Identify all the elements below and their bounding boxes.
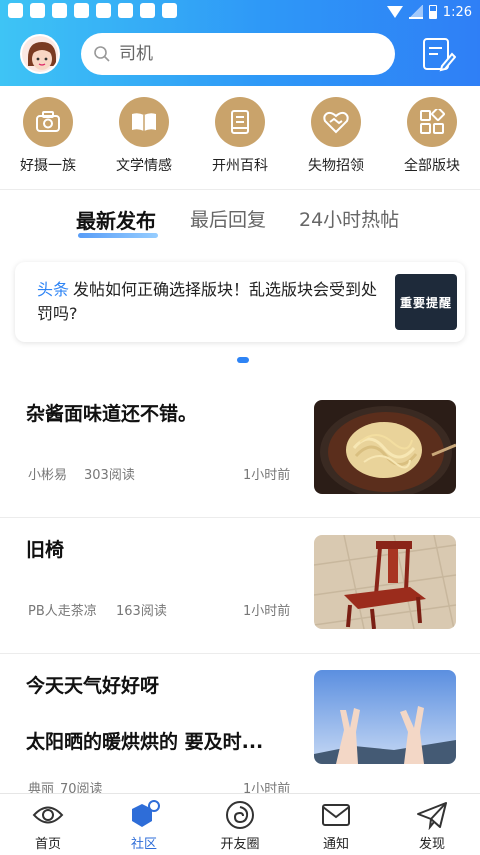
user-avatar[interactable] (20, 34, 60, 74)
headline-banner[interactable]: 头条 发帖如何正确选择版块！乱选版块会受到处罚吗? 重要提醒 (15, 262, 465, 342)
eye-icon (32, 806, 64, 824)
post-thumbnail[interactable] (314, 535, 456, 629)
post-title: 今天天气好好呀 (26, 675, 160, 697)
nav-label: 社区 (130, 837, 157, 852)
mail-icon (322, 804, 350, 826)
carousel-indicator (237, 357, 249, 363)
tab-last-reply[interactable]: 最后回复 (190, 205, 266, 232)
nav-item-discover[interactable]: 发现 (384, 794, 480, 855)
nav-label: 通知 (322, 837, 349, 852)
category-row: 好摄一族 文学情感 开州百科 失物招领 全部版块 (0, 86, 480, 190)
category-item-lost-found[interactable]: 失物招领 (288, 86, 384, 189)
search-bar[interactable] (81, 33, 395, 75)
bottom-navigation: 首页 社区 开友圈 通知 发现 (0, 793, 480, 855)
battery-icon (428, 5, 437, 19)
nav-label: 开友圈 (220, 837, 260, 852)
notification-icon (74, 3, 89, 18)
community-icon (132, 800, 160, 827)
nav-item-friends-circle[interactable]: 开友圈 (192, 794, 288, 855)
handshake-icon (323, 111, 349, 134)
post-time: 1小时前 (243, 604, 291, 619)
notification-icon (52, 3, 67, 18)
category-item-literature[interactable]: 文学情感 (96, 86, 192, 189)
post-author[interactable]: 小彬易 (28, 464, 67, 483)
headline-text: 发帖如何正确选择版块！乱选版块会受到处罚吗? (37, 280, 378, 323)
post-reads: 163阅读 (116, 604, 167, 619)
noodles-image (314, 400, 456, 494)
post-item[interactable]: 旧椅 PB人走茶凉 163阅读 1小时前 (0, 518, 480, 654)
post-item[interactable]: 今天天气好好呀 太阳晒的暖烘烘的 要及时... 典丽 70阅读 1小时前 (0, 654, 480, 797)
category-item-all-boards[interactable]: 全部版块 (384, 86, 480, 189)
post-subtitle: 太阳晒的暖烘烘的 要及时... (26, 731, 264, 753)
category-label: 好摄一族 (20, 158, 76, 174)
sky-hands-image (314, 670, 456, 764)
book-icon (231, 110, 249, 134)
post-author[interactable]: PB人走茶凉 (28, 600, 97, 619)
post-thumbnail[interactable] (314, 670, 456, 764)
headline-text-block: 头条 发帖如何正确选择版块！乱选版块会受到处罚吗? (37, 278, 385, 326)
grid-icon (420, 109, 445, 134)
headline-tag: 头条 (37, 280, 70, 299)
category-label: 全部版块 (404, 158, 460, 174)
post-reads: 303阅读 (84, 468, 135, 483)
category-label: 开州百科 (212, 158, 268, 174)
nav-label: 发现 (418, 837, 445, 852)
notification-icon (8, 3, 23, 18)
post-item[interactable]: 杂酱面味道还不错。 小彬易 303阅读 1小时前 (0, 382, 480, 518)
important-notice-badge[interactable]: 重要提醒 (395, 274, 457, 330)
tab-24h-hot[interactable]: 24小时热帖 (299, 205, 399, 232)
category-label: 文学情感 (116, 158, 172, 174)
post-title: 旧椅 (26, 539, 65, 561)
chair-image (314, 535, 456, 629)
compose-icon[interactable] (420, 36, 456, 74)
camera-icon (36, 111, 60, 132)
notification-icon (30, 3, 45, 18)
notification-icon (140, 3, 155, 18)
open-book-icon (132, 113, 156, 131)
nav-label: 首页 (34, 837, 61, 852)
notification-icon (96, 3, 111, 18)
post-thumbnail[interactable] (314, 400, 456, 494)
search-input[interactable] (119, 44, 369, 64)
top-header: 1:26 (0, 0, 480, 86)
notification-icon (162, 3, 177, 18)
tab-latest[interactable]: 最新发布 (76, 205, 156, 234)
category-item-photography[interactable]: 好摄一族 (0, 86, 96, 189)
search-icon (94, 46, 110, 62)
status-time: 1:26 (442, 4, 472, 20)
post-time: 1小时前 (243, 468, 291, 483)
wifi-icon (386, 6, 403, 18)
nav-item-community[interactable]: 社区 (96, 794, 192, 855)
status-bar: 1:26 (0, 0, 480, 24)
feed-tabs: 最新发布 最后回复 24小时热帖 (0, 195, 480, 243)
nav-item-home[interactable]: 首页 (0, 794, 96, 855)
notification-icon (118, 3, 133, 18)
signal-icon (408, 5, 423, 19)
category-item-encyclopedia[interactable]: 开州百科 (192, 86, 288, 189)
nav-item-notifications[interactable]: 通知 (288, 794, 384, 855)
paper-plane-icon (417, 802, 447, 830)
swirl-icon (226, 801, 254, 829)
category-label: 失物招领 (308, 158, 364, 174)
avatar-icon (22, 36, 58, 72)
post-title: 杂酱面味道还不错。 (26, 403, 198, 425)
